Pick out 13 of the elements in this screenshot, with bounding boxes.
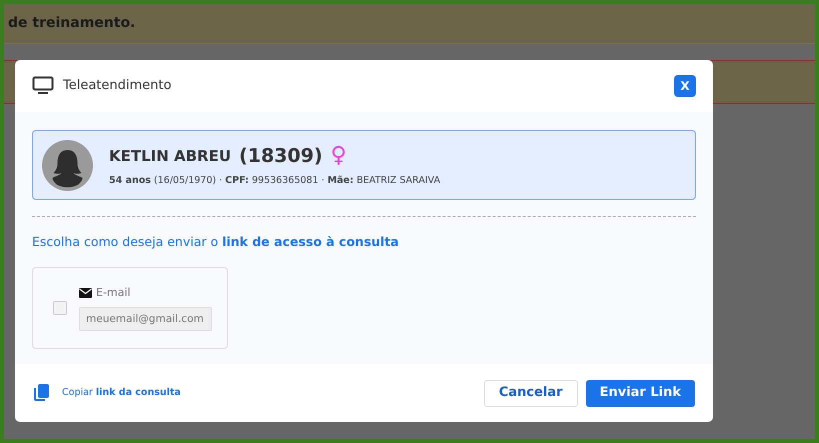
send-link-button[interactable]: Enviar Link bbox=[586, 380, 695, 406]
email-field[interactable]: meuemail@gmail.com bbox=[79, 307, 212, 331]
instruction-text: Escolha como deseja enviar o link de acesso à consulta bbox=[32, 233, 400, 251]
banner-text: de treinamento. bbox=[8, 14, 136, 33]
patient-name: KETLIN ABREU bbox=[109, 146, 232, 168]
option-label: E-mail bbox=[96, 284, 130, 300]
patient-details: 54 anos (16/05/1970) · CPF: 99536365081 · Mãe: BEATRIZ SARAIVA bbox=[109, 174, 440, 188]
cancel-button[interactable]: Cancelar bbox=[484, 380, 578, 406]
patient-id: (18309) bbox=[239, 144, 323, 170]
copy-link[interactable]: Copiar link da consulta bbox=[62, 386, 181, 400]
close-button[interactable]: X bbox=[674, 75, 696, 97]
modal-title: Teleatendimento bbox=[63, 77, 172, 96]
female-symbol: ♀ bbox=[330, 145, 347, 168]
